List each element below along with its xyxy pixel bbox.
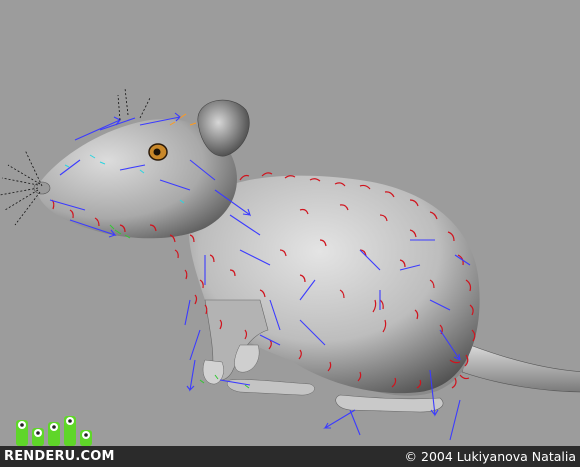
site-logo-text: RENDERU.COM [4,449,115,464]
render-viewport [0,0,580,467]
copyright-text: © 2004 Lukiyanova Natalia [404,449,576,464]
rat-model-render [0,87,580,441]
renderu-logo-icon [16,416,92,446]
